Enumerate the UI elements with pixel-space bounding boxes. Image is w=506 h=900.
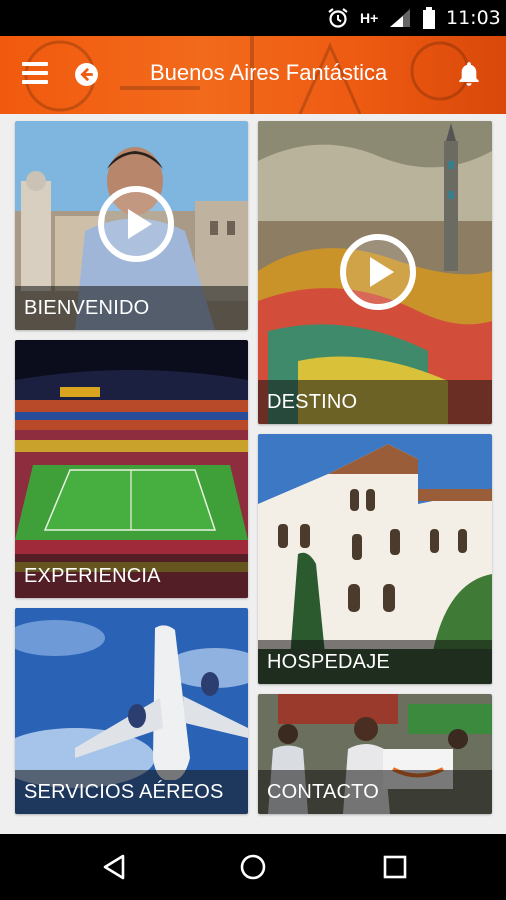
- nav-home-button[interactable]: [238, 852, 268, 882]
- tile-experiencia[interactable]: EXPERIENCIA: [15, 340, 248, 598]
- back-triangle-icon: [103, 854, 125, 880]
- battery-icon: [422, 0, 436, 36]
- tile-bienvenido[interactable]: BIENVENIDO: [15, 121, 248, 330]
- system-navigation-bar: [0, 834, 506, 900]
- tile-servicios-aereos[interactable]: SERVICIOS AÉREOS: [15, 608, 248, 814]
- alarm-icon: [326, 0, 350, 36]
- menu-line: [22, 80, 48, 84]
- recents-square-icon: [383, 855, 407, 879]
- page-title: Buenos Aires Fantástica: [150, 60, 388, 85]
- back-button[interactable]: [74, 62, 99, 87]
- network-type: H+: [360, 10, 379, 26]
- app-bar: Buenos Aires Fantástica: [0, 36, 506, 114]
- tile-hospedaje[interactable]: HOSPEDAJE: [258, 434, 492, 684]
- menu-button[interactable]: [22, 62, 48, 84]
- tile-label: SERVICIOS AÉREOS: [15, 770, 248, 814]
- tile-label: CONTACTO: [258, 770, 492, 814]
- home-circle-icon: [240, 854, 266, 880]
- status-bar: H+ 11:03: [0, 0, 506, 36]
- play-video-icon[interactable]: [97, 185, 175, 263]
- status-time: 11:03: [446, 7, 501, 29]
- tile-contacto[interactable]: CONTACTO: [258, 694, 492, 814]
- tile-label: EXPERIENCIA: [15, 554, 248, 598]
- tile-destino[interactable]: DESTINO: [258, 121, 492, 424]
- signal-icon: [388, 0, 412, 36]
- menu-line: [22, 71, 48, 75]
- nav-back-button[interactable]: [99, 852, 129, 882]
- play-video-icon[interactable]: [339, 233, 417, 311]
- back-arrow-circle-icon: [75, 63, 98, 86]
- tile-label: DESTINO: [258, 380, 492, 424]
- menu-line: [22, 62, 48, 66]
- bell-icon: [459, 62, 479, 86]
- tile-label: HOSPEDAJE: [258, 640, 492, 684]
- tile-label: BIENVENIDO: [15, 286, 248, 330]
- nav-recents-button[interactable]: [380, 852, 410, 882]
- notifications-button[interactable]: [456, 60, 482, 88]
